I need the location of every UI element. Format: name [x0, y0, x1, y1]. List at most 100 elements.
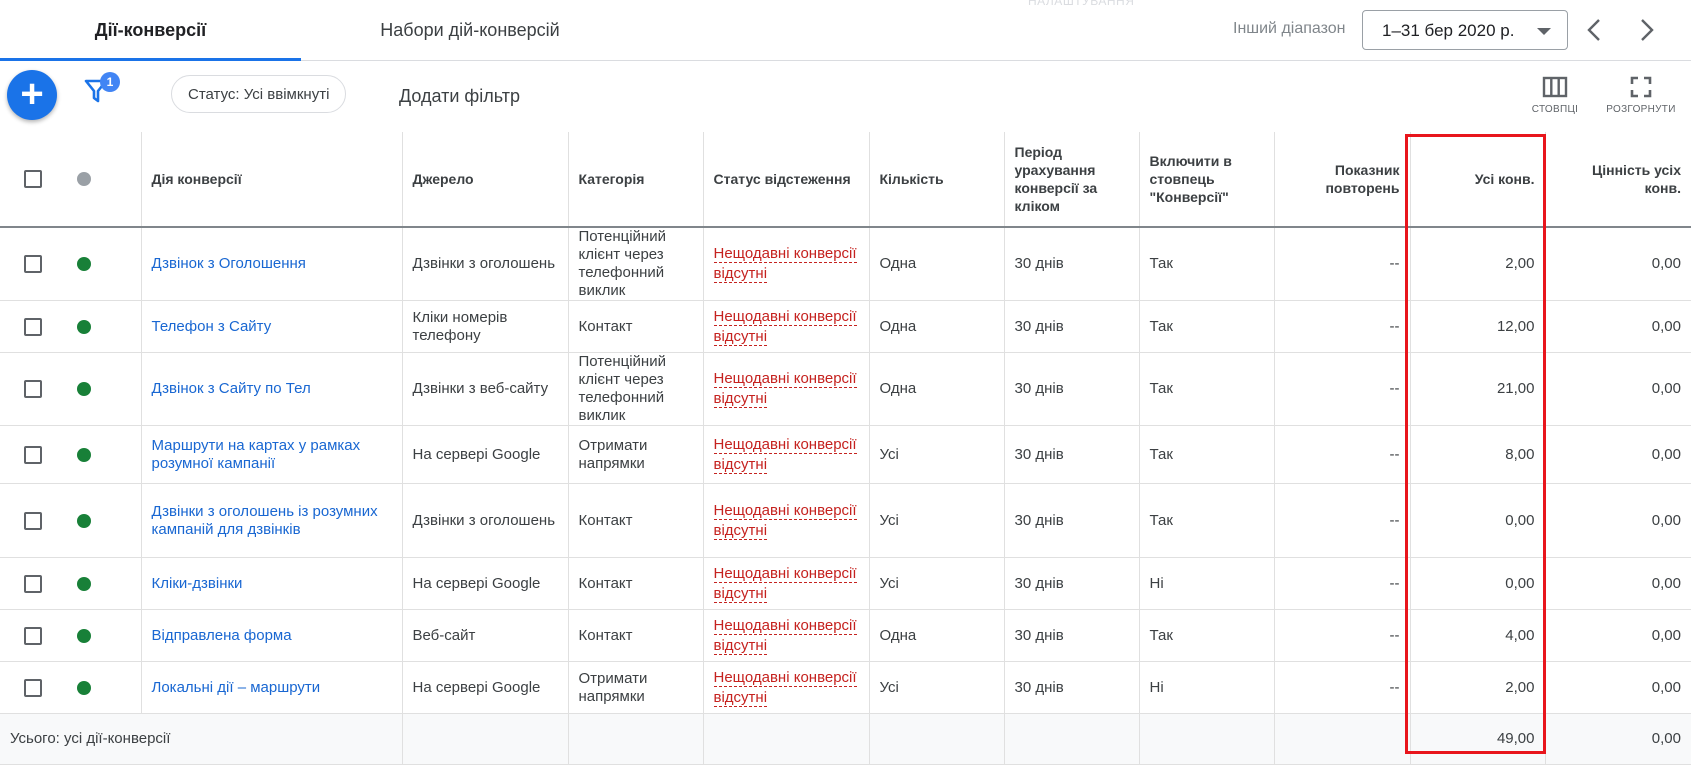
conversion-action-link[interactable]: Дзвінки з оголошень із розумних кампаній…	[152, 503, 378, 538]
header-all-value[interactable]: Цінність усіх конв.	[1545, 132, 1691, 228]
table-row: Локальні дії – маршрути На сервері Google…	[0, 661, 1691, 714]
row-checkbox[interactable]	[24, 511, 42, 530]
tracking-status-link[interactable]: Нещодавні конверсії відсутні	[713, 435, 857, 474]
action-cell: Відправлена форма	[141, 609, 403, 662]
row-checkbox[interactable]	[24, 380, 42, 398]
total-label: Усього: усі дії-конверсії	[0, 713, 403, 765]
action-cell: Дзвінки з оголошень із розумних кампаній…	[141, 483, 403, 558]
include-cell: Так	[1139, 425, 1275, 484]
source-cell: На сервері Google	[402, 557, 569, 610]
tracking-status-link[interactable]: Нещодавні конверсії відсутні	[713, 307, 857, 346]
active-tab-indicator	[0, 58, 301, 61]
row-checkbox[interactable]	[24, 626, 42, 645]
tracking-status-link[interactable]: Нещодавні конверсії відсутні	[713, 245, 857, 283]
next-period-button[interactable]	[1630, 14, 1662, 46]
include-cell: Так	[1139, 227, 1275, 301]
row-checkbox[interactable]	[24, 574, 42, 593]
window-cell: 30 днів	[1004, 352, 1140, 426]
tab-label: Набори дій-конверсій	[380, 20, 560, 40]
category-cell: Отримати напрямки	[568, 425, 704, 484]
tracking-status-link[interactable]: Нещодавні конверсії відсутні	[713, 564, 857, 603]
row-checkbox[interactable]	[24, 317, 42, 336]
conversion-action-link[interactable]: Маршрути на картах у рамках розумної кам…	[152, 437, 361, 472]
conversion-action-link[interactable]: Локальні дії – маршрути	[152, 679, 321, 696]
row-checkbox[interactable]	[24, 678, 42, 697]
window-cell: 30 днів	[1004, 483, 1140, 558]
enabled-status-icon	[77, 628, 91, 643]
header-include[interactable]: Включити в стовпець "Конверсії"	[1139, 132, 1275, 228]
header-tracking[interactable]: Статус відстеження	[703, 132, 870, 228]
source-cell: Дзвінки з оголошень	[402, 483, 569, 558]
columns-button[interactable]: СТОВПЦІ	[1515, 72, 1595, 115]
window-cell: 30 днів	[1004, 227, 1140, 301]
tracking-status-link[interactable]: Нещодавні конверсії відсутні	[713, 668, 857, 707]
count-cell: Одна	[869, 609, 1005, 662]
tracking-status-link[interactable]: Нещодавні конверсії відсутні	[713, 370, 857, 408]
row-checkbox[interactable]	[24, 445, 42, 464]
prev-period-button[interactable]	[1579, 14, 1611, 46]
row-select-cell	[0, 609, 63, 662]
header-count[interactable]: Кількість	[869, 132, 1005, 228]
category-cell: Потенційний клієнт через телефонний викл…	[568, 352, 704, 426]
enabled-status-icon	[77, 257, 91, 271]
table-total-row: Усього: усі дії-конверсії 49,00 0,00	[0, 713, 1691, 765]
repeat-cell: --	[1274, 557, 1411, 610]
conversion-action-link[interactable]: Кліки-дзвінки	[152, 575, 243, 592]
row-status-cell	[63, 227, 142, 301]
header-action[interactable]: Дія конверсії	[141, 132, 403, 228]
tracking-status-link[interactable]: Нещодавні конверсії відсутні	[713, 616, 857, 655]
header-repeat[interactable]: Показник повторень	[1274, 132, 1411, 228]
table-row: Відправлена форма Веб-сайт Контакт Нещодавн…	[0, 609, 1691, 662]
all-conv-cell: 2,00	[1410, 227, 1546, 301]
all-value-cell: 0,00	[1545, 227, 1691, 301]
tab-conversion-action-sets[interactable]: Набори дій-конверсій	[320, 0, 620, 60]
conversion-action-link[interactable]: Телефон з Сайту	[152, 318, 272, 335]
date-range-select[interactable]: 1–31 бер 2020 р.	[1362, 10, 1568, 50]
columns-icon	[1542, 76, 1568, 98]
status-filter-chip[interactable]: Статус: Усі ввімкнуті	[171, 75, 347, 113]
header-all-conv[interactable]: Усі конв.	[1410, 132, 1546, 228]
header-source[interactable]: Джерело	[402, 132, 569, 228]
include-cell: Так	[1139, 300, 1275, 353]
all-conv-cell: 8,00	[1410, 425, 1546, 484]
tracking-cell: Нещодавні конверсії відсутні	[703, 300, 870, 353]
category-cell: Контакт	[568, 483, 704, 558]
date-range-label: Інший діапазон	[1233, 20, 1346, 37]
status-header-cell	[63, 132, 142, 228]
add-filter-button[interactable]: Додати фільтр	[399, 86, 520, 107]
table-row: Дзвінок з Оголошення Дзвінки з оголошень П…	[0, 227, 1691, 301]
tab-conversion-actions[interactable]: Дії-конверсії	[0, 0, 301, 61]
all-conv-cell: 0,00	[1410, 483, 1546, 558]
action-cell: Телефон з Сайту	[141, 300, 403, 353]
row-select-cell	[0, 661, 63, 714]
select-all-checkbox[interactable]	[24, 170, 42, 188]
conversion-action-link[interactable]: Дзвінок з Оголошення	[152, 255, 306, 272]
header-category[interactable]: Категорія	[568, 132, 704, 228]
repeat-cell: --	[1274, 483, 1411, 558]
conversion-action-link[interactable]: Дзвінок з Сайту по Тел	[152, 380, 311, 397]
table-row: Телефон з Сайту Кліки номерів телефону Кон…	[0, 300, 1691, 353]
action-cell: Локальні дії – маршрути	[141, 661, 403, 714]
include-cell: Ні	[1139, 557, 1275, 610]
repeat-cell: --	[1274, 352, 1411, 426]
window-cell: 30 днів	[1004, 300, 1140, 353]
conversion-action-link[interactable]: Відправлена форма	[152, 627, 292, 644]
add-conversion-button[interactable]: +	[7, 70, 57, 120]
expand-button[interactable]: РОЗГОРНУТИ	[1601, 72, 1681, 115]
window-cell: 30 днів	[1004, 609, 1140, 662]
all-conv-cell: 21,00	[1410, 352, 1546, 426]
row-checkbox[interactable]	[24, 255, 42, 273]
category-cell: Потенційний клієнт через телефонний викл…	[568, 227, 704, 301]
window-cell: 30 днів	[1004, 661, 1140, 714]
row-select-cell	[0, 425, 63, 484]
header-window[interactable]: Період урахування конверсії за кліком	[1004, 132, 1140, 228]
all-conv-cell: 4,00	[1410, 609, 1546, 662]
all-conv-cell: 0,00	[1410, 557, 1546, 610]
action-cell: Кліки-дзвінки	[141, 557, 403, 610]
plus-icon: +	[20, 72, 44, 116]
repeat-cell: --	[1274, 661, 1411, 714]
tracking-status-link[interactable]: Нещодавні конверсії відсутні	[713, 501, 857, 540]
dropdown-arrow-icon	[1537, 28, 1551, 35]
expand-label: РОЗГОРНУТИ	[1606, 104, 1676, 115]
include-cell: Так	[1139, 609, 1275, 662]
